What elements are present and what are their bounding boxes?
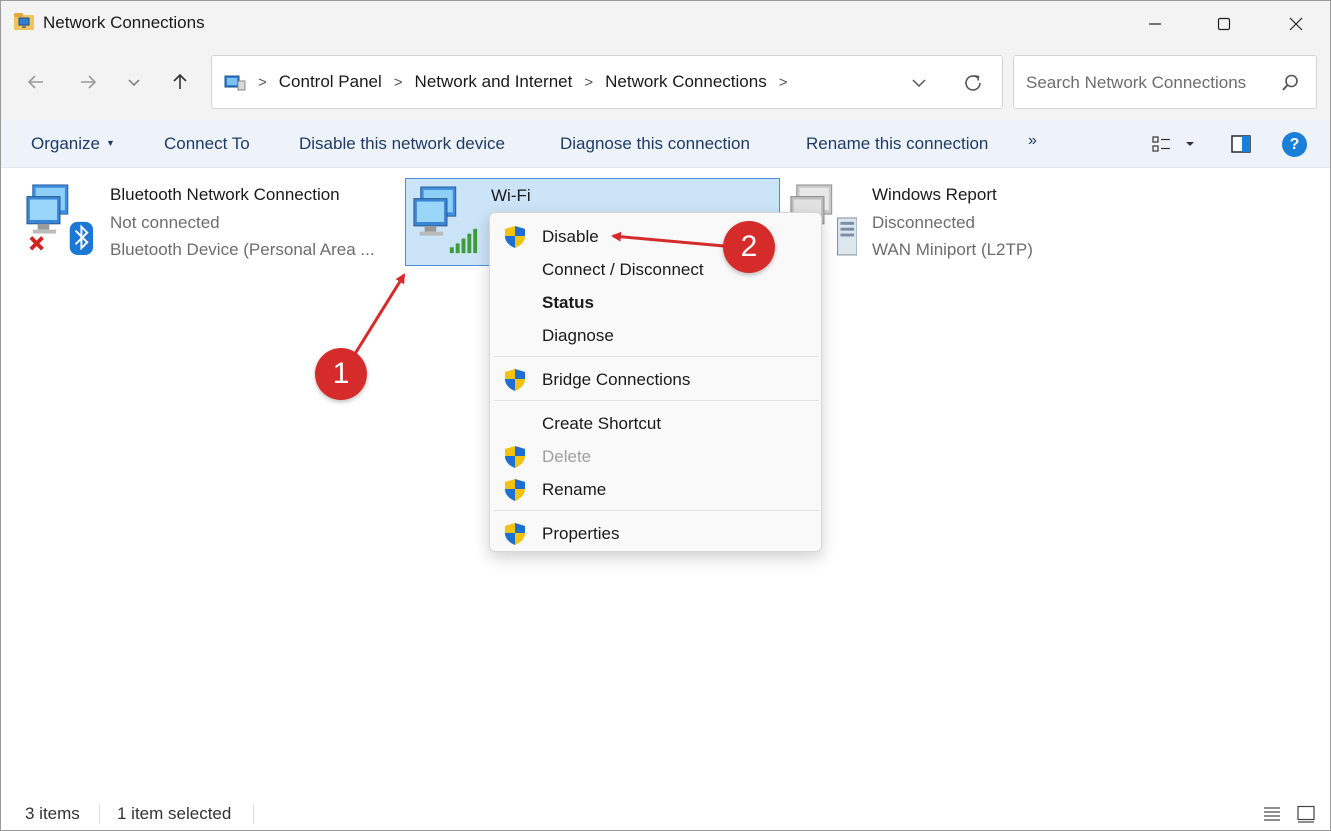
menu-item-properties[interactable]: Properties [490, 518, 821, 548]
menu-item-bridge-connections[interactable]: Bridge Connections [490, 364, 821, 394]
arrow-right-icon [81, 75, 97, 89]
large-icons-view-toggle[interactable] [1295, 803, 1317, 825]
item-status: Disconnected [872, 213, 976, 232]
menu-separator [494, 400, 819, 401]
arrow-up-icon [173, 73, 187, 89]
search-input[interactable]: Search Network Connections [1013, 55, 1317, 109]
organize-label: Organize [31, 134, 100, 153]
uac-shield-icon [505, 226, 525, 248]
maximize-button[interactable] [1201, 1, 1247, 46]
uac-shield-icon [505, 479, 525, 501]
address-bar[interactable]: > Control Panel > Network and Internet >… [211, 55, 1003, 109]
forward-button[interactable] [72, 66, 104, 98]
minimize-icon [1149, 22, 1161, 25]
breadcrumb-network-connections[interactable]: Network Connections [605, 72, 767, 92]
preview-pane-button[interactable] [1229, 132, 1253, 156]
menu-item-label: Create Shortcut [542, 414, 662, 433]
details-view-toggle[interactable] [1261, 803, 1283, 825]
menu-item-label: Delete [542, 447, 592, 466]
uac-shield-icon [505, 369, 525, 391]
chevron-down-icon [912, 79, 926, 88]
menu-item-rename[interactable]: Rename [490, 474, 821, 504]
item-name: Wi-Fi [491, 186, 531, 205]
bluetooth-network-icon [26, 184, 94, 255]
address-history-button[interactable] [904, 68, 934, 98]
connect-to-button[interactable]: Connect To [164, 134, 250, 154]
breadcrumb-separator-icon: > [393, 73, 403, 91]
menu-item-delete: Delete [490, 441, 821, 471]
menu-item-label: Rename [542, 480, 607, 499]
refresh-button[interactable] [958, 68, 988, 98]
uac-shield-icon [505, 446, 525, 468]
rename-connection-button[interactable]: Rename this connection [806, 134, 988, 154]
item-status: Not connected [110, 213, 220, 232]
control-panel-icon [224, 75, 246, 91]
menu-item-label: Diagnose [542, 326, 614, 345]
annotation-badge-1: 1 [315, 348, 367, 400]
menu-item-label: Bridge Connections [542, 370, 691, 389]
caret-down-icon: ▼ [105, 138, 115, 148]
network-folder-icon [14, 13, 34, 30]
item-name: Windows Report [872, 185, 997, 204]
close-icon [1289, 17, 1303, 30]
breadcrumb-separator-icon: > [258, 73, 267, 91]
search-icon [1282, 74, 1298, 91]
network-connections-window: Network Connections > Control Panel > Ne… [0, 0, 1331, 831]
menu-item-label: Properties [542, 524, 620, 543]
annotation-badge-2: 2 [723, 221, 775, 273]
more-commands-button[interactable]: » [1028, 132, 1037, 150]
breadcrumb-separator-icon: > [584, 73, 594, 91]
uac-shield-icon [505, 523, 525, 545]
menu-item-create-shortcut[interactable]: Create Shortcut [490, 408, 821, 438]
details-list-icon [1264, 807, 1280, 821]
diagnose-connection-button[interactable]: Diagnose this connection [560, 134, 750, 154]
status-bar: 3 items 1 item selected [1, 797, 1330, 831]
disable-device-button[interactable]: Disable this network device [299, 134, 505, 154]
navigation-row: > Control Panel > Network and Internet >… [1, 46, 1330, 120]
refresh-icon [965, 75, 981, 91]
connection-item-windows-report[interactable]: Windows Report Disconnected WAN Miniport… [787, 178, 1087, 266]
menu-separator [494, 356, 819, 357]
organize-menu[interactable]: Organize ▼ [31, 134, 115, 154]
annotation-arrow-1 [351, 273, 406, 358]
selection-count: 1 item selected [117, 804, 232, 823]
window-title: Network Connections [43, 13, 205, 32]
close-button[interactable] [1273, 1, 1319, 46]
search-placeholder: Search Network Connections [1026, 73, 1247, 92]
menu-item-label: Connect / Disconnect [542, 260, 704, 279]
minimize-button[interactable] [1132, 1, 1178, 46]
change-view-button[interactable] [1151, 132, 1201, 156]
menu-item-diagnose[interactable]: Diagnose [490, 320, 821, 350]
chevron-down-icon [128, 79, 140, 87]
back-button[interactable] [20, 66, 52, 98]
preview-pane-icon [1231, 135, 1251, 153]
menu-separator [494, 510, 819, 511]
item-device: Bluetooth Device (Personal Area ... [110, 240, 375, 259]
help-button[interactable]: ? [1282, 132, 1307, 157]
status-divider [99, 804, 100, 824]
command-bar: Organize ▼ Connect To Disable this networ… [1, 120, 1330, 168]
breadcrumb-separator-icon[interactable]: > [779, 74, 788, 91]
context-menu: Disable Connect / Disconnect Status Diag… [489, 212, 822, 552]
connection-item-bluetooth[interactable]: Bluetooth Network Connection Not connect… [25, 178, 395, 266]
item-device: WAN Miniport (L2TP) [872, 240, 1033, 259]
menu-item-label: Disable [542, 227, 599, 246]
menu-item-label: Status [542, 293, 594, 312]
breadcrumb-control-panel[interactable]: Control Panel [279, 72, 382, 92]
details-view-icon [1152, 136, 1170, 152]
up-button[interactable] [164, 66, 196, 98]
maximize-icon [1217, 17, 1231, 30]
wifi-network-icon [413, 186, 478, 254]
breadcrumb: > Control Panel > Network and Internet >… [258, 72, 799, 92]
large-icons-icon [1297, 805, 1315, 823]
breadcrumb-network-and-internet[interactable]: Network and Internet [415, 72, 573, 92]
caret-down-icon [1186, 142, 1194, 146]
arrow-left-icon [27, 75, 43, 89]
recent-locations-button[interactable] [118, 66, 150, 98]
title-bar: Network Connections [1, 1, 1330, 46]
item-name: Bluetooth Network Connection [110, 185, 340, 204]
status-divider [253, 804, 254, 824]
item-count: 3 items [25, 804, 80, 823]
menu-item-status[interactable]: Status [490, 287, 821, 317]
